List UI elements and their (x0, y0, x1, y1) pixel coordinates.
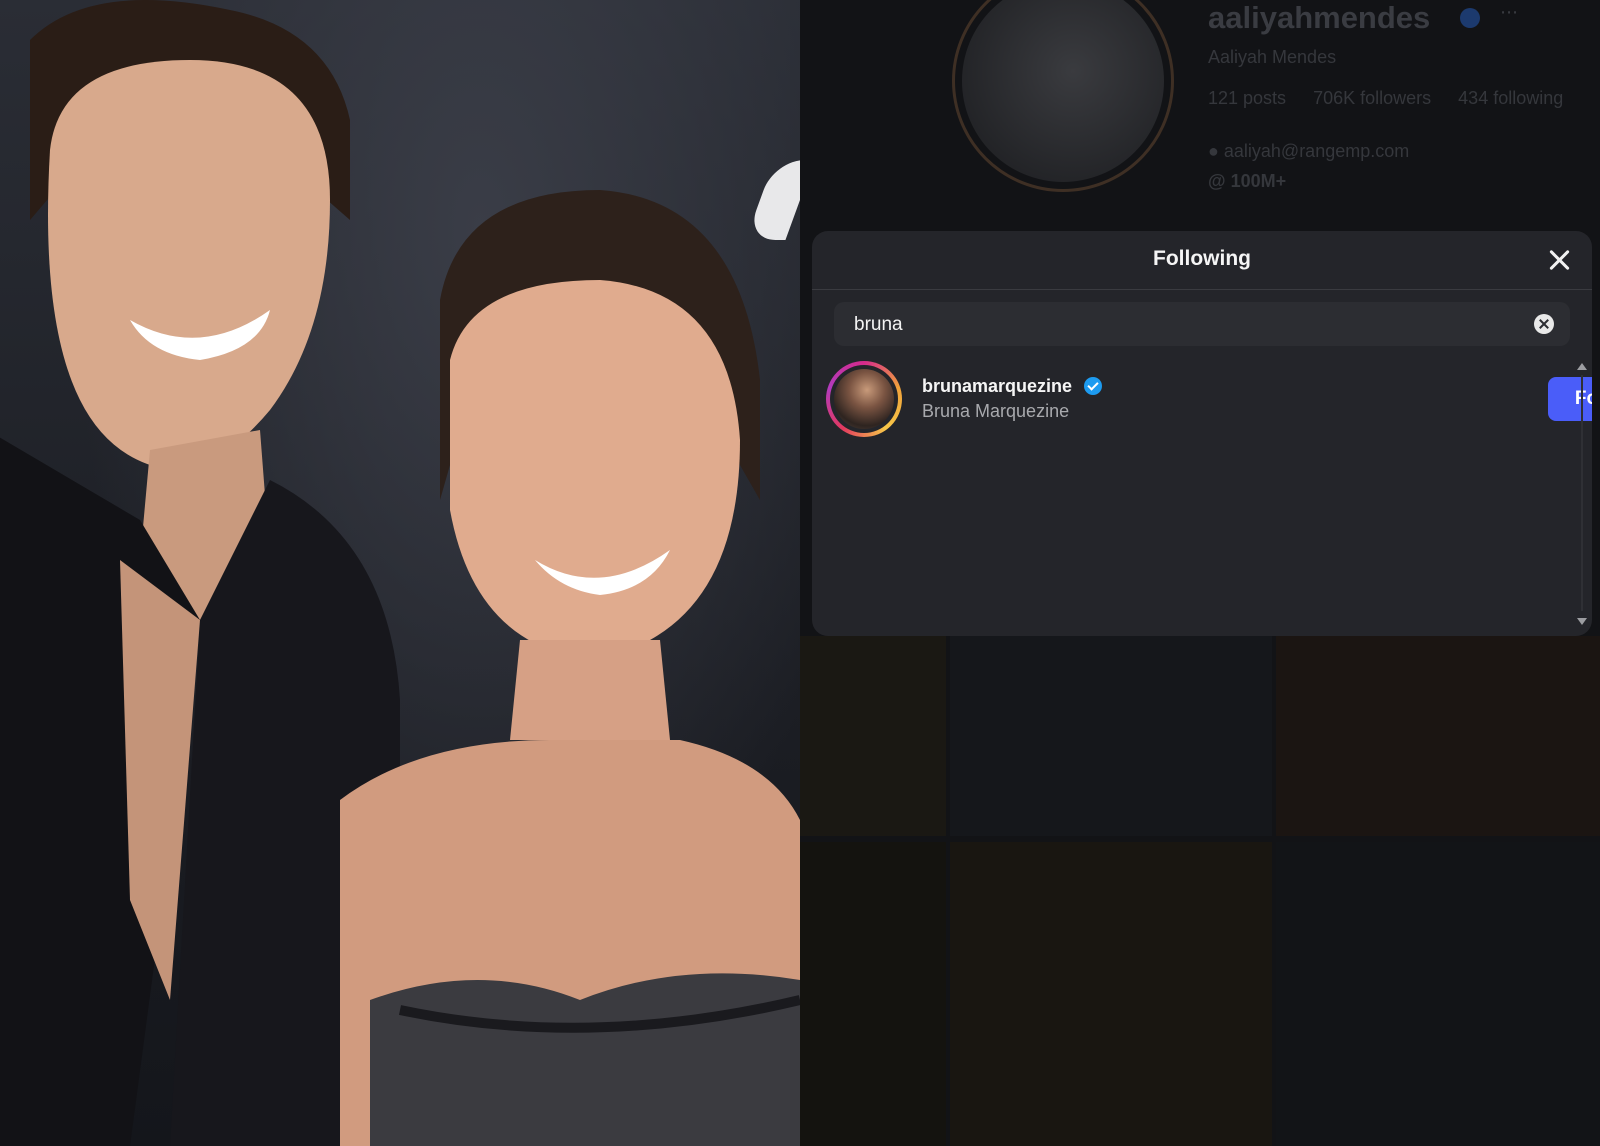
search-bar (834, 302, 1570, 348)
threads-count: 100M+ (1230, 171, 1287, 191)
email-icon: ● (1208, 141, 1224, 161)
email-text: aaliyah@rangemp.com (1223, 141, 1410, 161)
following-count: 434 following (1458, 88, 1564, 108)
post-tile (950, 842, 1272, 1146)
post-tile (1276, 842, 1600, 1146)
scroll-down-icon[interactable] (1577, 618, 1587, 625)
post-tile (950, 636, 1272, 836)
following-modal: Following brunamarquezine Bruna Marquezi… (812, 231, 1592, 636)
search-input[interactable] (852, 302, 1496, 348)
threads-icon: @ (1208, 171, 1231, 191)
clear-search-icon[interactable] (1534, 314, 1554, 334)
post-tile (800, 636, 946, 836)
posts-grid (800, 636, 1600, 1146)
profile-email: ● aaliyah@rangemp.com (1208, 141, 1409, 162)
posts-count: 121 posts (1208, 88, 1287, 108)
followers-count: 706K followers (1313, 88, 1432, 108)
verified-badge-icon (1084, 377, 1102, 395)
verified-badge-icon (1460, 8, 1480, 28)
more-options-icon: ⋯ (1500, 2, 1518, 22)
profile-handle: aaliyahmendes (1208, 0, 1431, 35)
profile-full-name: Aaliyah Mendes (1208, 47, 1337, 67)
scroll-up-icon[interactable] (1577, 363, 1587, 370)
result-display-name: Bruna Marquezine (922, 401, 1070, 421)
scroll-track[interactable] (1581, 375, 1583, 611)
news-photo (0, 0, 800, 1146)
photo-woman (340, 190, 800, 1146)
post-tile (800, 842, 946, 1146)
profile-stats: 121 posts 706K followers 434 following (1208, 88, 1585, 109)
list-item[interactable]: brunamarquezine Bruna Marquezine (826, 361, 1546, 437)
threads-link: @ 100M+ (1208, 171, 1286, 192)
scrollbar[interactable] (1576, 363, 1588, 625)
result-username[interactable]: brunamarquezine (922, 376, 1072, 397)
modal-header: Following (812, 231, 1592, 290)
close-icon[interactable] (1544, 245, 1574, 275)
avatar[interactable] (834, 369, 894, 429)
modal-title: Following (1153, 247, 1251, 270)
post-tile (1276, 636, 1600, 836)
